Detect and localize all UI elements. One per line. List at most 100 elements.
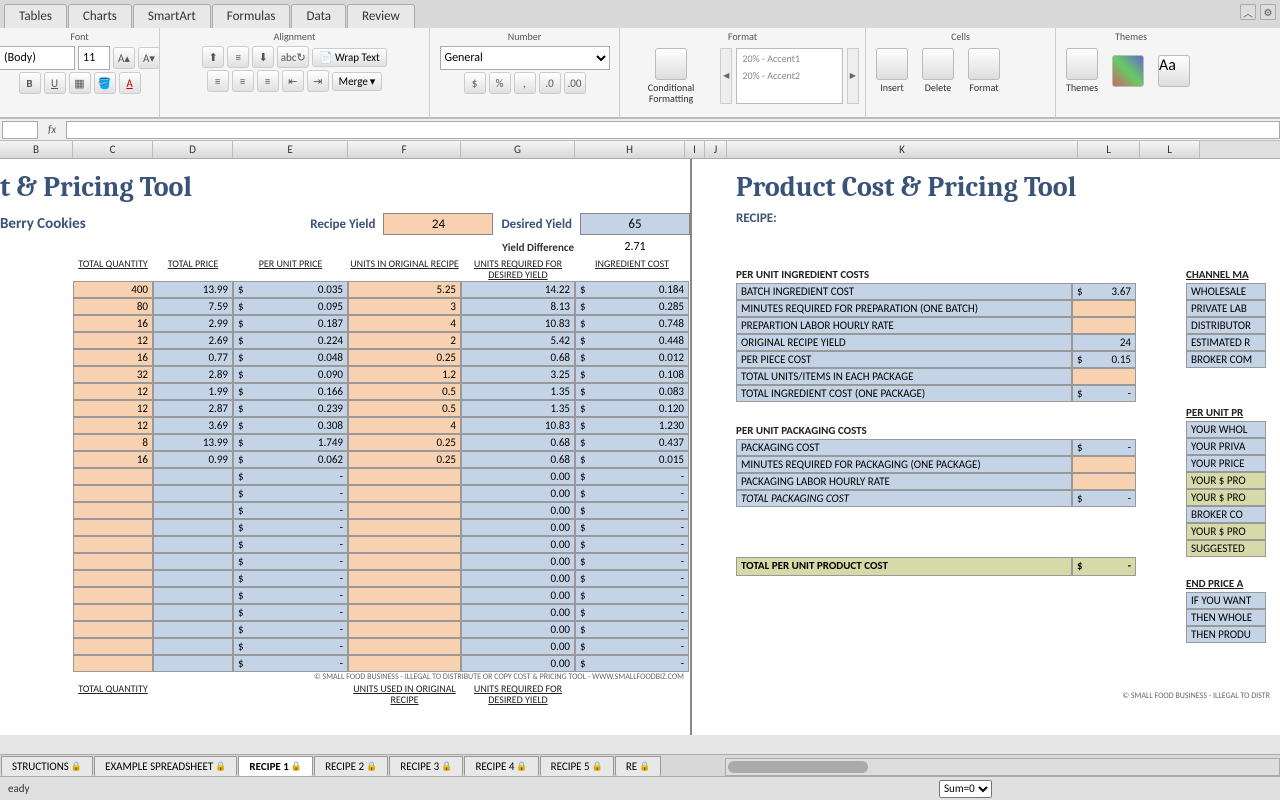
currency-icon[interactable]: $: [464, 72, 486, 94]
recipe-yield-value[interactable]: 24: [383, 213, 493, 235]
orientation-icon[interactable]: abc↻: [277, 46, 309, 68]
align-left-icon[interactable]: ≡: [207, 70, 229, 92]
cost-row[interactable]: BATCH INGREDIENT COST$3.67: [736, 283, 1136, 300]
cost-row[interactable]: TOTAL INGREDIENT COST (ONE PACKAGE)$-: [736, 385, 1136, 402]
name-box[interactable]: [2, 121, 38, 139]
wrap-text-button[interactable]: 📄Wrap Text: [312, 48, 386, 67]
table-row[interactable]: 40013.99$0.0355.2514.22$0.184: [73, 281, 690, 298]
table-row[interactable]: $-0.00$-: [73, 655, 690, 672]
style-gallery[interactable]: 20% - Accent1 20% - Accent2: [736, 48, 842, 104]
table-row[interactable]: $-0.00$-: [73, 553, 690, 570]
delete-button[interactable]: Delete: [918, 46, 958, 95]
indent-decrease-icon[interactable]: ⇤: [282, 70, 304, 92]
desired-yield-value[interactable]: 65: [580, 213, 690, 235]
tab-tables[interactable]: Tables: [4, 4, 67, 28]
table-row[interactable]: $-0.00$-: [73, 638, 690, 655]
horizontal-scrollbar[interactable]: [725, 758, 1280, 776]
align-right-icon[interactable]: ≡: [257, 70, 279, 92]
cost-row[interactable]: MINUTES REQUIRED FOR PREPARATION (ONE BA…: [736, 300, 1136, 317]
table-row[interactable]: 160.99$0.0620.250.68$0.015: [73, 451, 690, 468]
theme-fonts-button[interactable]: Aa: [1154, 53, 1194, 89]
list-item[interactable]: YOUR PRIVA: [1186, 438, 1266, 455]
cost-row[interactable]: PREPARTION LABOR HOURLY RATE: [736, 317, 1136, 334]
list-item[interactable]: YOUR $ PRO: [1186, 472, 1266, 489]
list-item[interactable]: THEN WHOLE: [1186, 609, 1266, 626]
table-row[interactable]: 123.69$0.308410.83$1.230: [73, 417, 690, 434]
align-center-icon[interactable]: ≡: [232, 70, 254, 92]
font-name-combo[interactable]: [0, 46, 75, 70]
table-row[interactable]: 122.87$0.2390.51.35$0.120: [73, 400, 690, 417]
merge-button[interactable]: Merge▾: [332, 72, 383, 91]
comma-icon[interactable]: ,: [514, 72, 536, 94]
list-item[interactable]: BROKER COM: [1186, 351, 1266, 368]
align-top-icon[interactable]: ⬆: [202, 46, 224, 68]
font-shrink-icon[interactable]: A▾: [138, 47, 160, 69]
font-size-combo[interactable]: [78, 46, 110, 70]
underline-icon[interactable]: U: [44, 72, 66, 94]
table-row[interactable]: 322.89$0.0901.23.25$0.108: [73, 366, 690, 383]
list-item[interactable]: DISTRIBUTOR: [1186, 317, 1266, 334]
sheet-tab[interactable]: RECIPE 2🔒: [314, 756, 388, 776]
list-item[interactable]: PRIVATE LAB: [1186, 300, 1266, 317]
table-row[interactable]: $-0.00$-: [73, 519, 690, 536]
status-sum-select[interactable]: Sum=0: [939, 780, 992, 798]
list-item[interactable]: WHOLESALE: [1186, 283, 1266, 300]
fx-label[interactable]: fx: [42, 123, 62, 136]
tab-formulas[interactable]: Formulas: [212, 4, 291, 28]
insert-button[interactable]: Insert: [872, 46, 912, 95]
cost-row[interactable]: MINUTES REQUIRED FOR PACKAGING (ONE PACK…: [736, 456, 1136, 473]
list-item[interactable]: YOUR WHOL: [1186, 421, 1266, 438]
bold-icon[interactable]: B: [19, 72, 41, 94]
table-row[interactable]: 160.77$0.0480.250.68$0.012: [73, 349, 690, 366]
column-headers[interactable]: B C D E F G H I J K L L: [0, 141, 1280, 159]
table-row[interactable]: $-0.00$-: [73, 604, 690, 621]
table-row[interactable]: $-0.00$-: [73, 587, 690, 604]
format-button[interactable]: Format: [964, 46, 1004, 95]
list-item[interactable]: ESTIMATED R: [1186, 334, 1266, 351]
decimal-increase-icon[interactable]: .0: [539, 72, 561, 94]
cost-row[interactable]: TOTAL UNITS/ITEMS IN EACH PACKAGE: [736, 368, 1136, 385]
decimal-decrease-icon[interactable]: .00: [564, 72, 586, 94]
font-grow-icon[interactable]: A▴: [113, 47, 135, 69]
fill-color-icon[interactable]: 🪣: [94, 72, 116, 94]
table-row[interactable]: $-0.00$-: [73, 468, 690, 485]
sheet-tab[interactable]: RECIPE 5🔒: [540, 756, 614, 776]
ribbon-minimize-icon[interactable]: ︿: [1240, 4, 1256, 20]
border-icon[interactable]: ▦: [69, 72, 91, 94]
cost-row[interactable]: TOTAL PACKAGING COST$-: [736, 490, 1136, 507]
font-color-icon[interactable]: A: [119, 72, 141, 94]
sheet-tab[interactable]: RE🔒: [615, 756, 662, 776]
table-row[interactable]: 813.99$1.7490.250.68$0.437: [73, 434, 690, 451]
percent-icon[interactable]: %: [489, 72, 511, 94]
list-item[interactable]: YOUR $ PRO: [1186, 489, 1266, 506]
list-item[interactable]: YOUR PRICE: [1186, 455, 1266, 472]
table-row[interactable]: $-0.00$-: [73, 502, 690, 519]
tab-charts[interactable]: Charts: [68, 4, 132, 28]
cost-row[interactable]: PACKAGING LABOR HOURLY RATE: [736, 473, 1136, 490]
formula-input[interactable]: [66, 121, 1280, 139]
table-row[interactable]: 121.99$0.1660.51.35$0.083: [73, 383, 690, 400]
sheet-tab[interactable]: RECIPE 1🔒: [238, 756, 313, 776]
tab-review[interactable]: Review: [347, 4, 415, 28]
cost-row[interactable]: ORIGINAL RECIPE YIELD24: [736, 334, 1136, 351]
left-pane[interactable]: t & Pricing Tool Berry Cookies Recipe Yi…: [0, 159, 692, 735]
table-row[interactable]: 807.59$0.09538.13$0.285: [73, 298, 690, 315]
list-item[interactable]: THEN PRODU: [1186, 626, 1266, 643]
cost-row[interactable]: PER PIECE COST$0.15: [736, 351, 1136, 368]
table-row[interactable]: 162.99$0.187410.83$0.748: [73, 315, 690, 332]
table-row[interactable]: $-0.00$-: [73, 570, 690, 587]
gallery-prev-icon[interactable]: ◀: [720, 48, 732, 104]
sheet-tab[interactable]: STRUCTIONS🔒: [1, 756, 93, 776]
sheet-tab[interactable]: RECIPE 3🔒: [389, 756, 463, 776]
tab-smartart[interactable]: SmartArt: [133, 4, 211, 28]
table-row[interactable]: $-0.00$-: [73, 621, 690, 638]
align-middle-icon[interactable]: ≡: [227, 46, 249, 68]
list-item[interactable]: BROKER CO: [1186, 506, 1266, 523]
sheet-tab[interactable]: EXAMPLE SPREADSHEET🔒: [94, 756, 237, 776]
table-row[interactable]: 122.69$0.22425.42$0.448: [73, 332, 690, 349]
cost-row[interactable]: PACKAGING COST$-: [736, 439, 1136, 456]
number-format-combo[interactable]: General: [440, 46, 610, 70]
ribbon-settings-icon[interactable]: ⚙: [1260, 4, 1276, 20]
themes-button[interactable]: Themes: [1062, 46, 1102, 95]
theme-colors-button[interactable]: [1108, 53, 1148, 89]
